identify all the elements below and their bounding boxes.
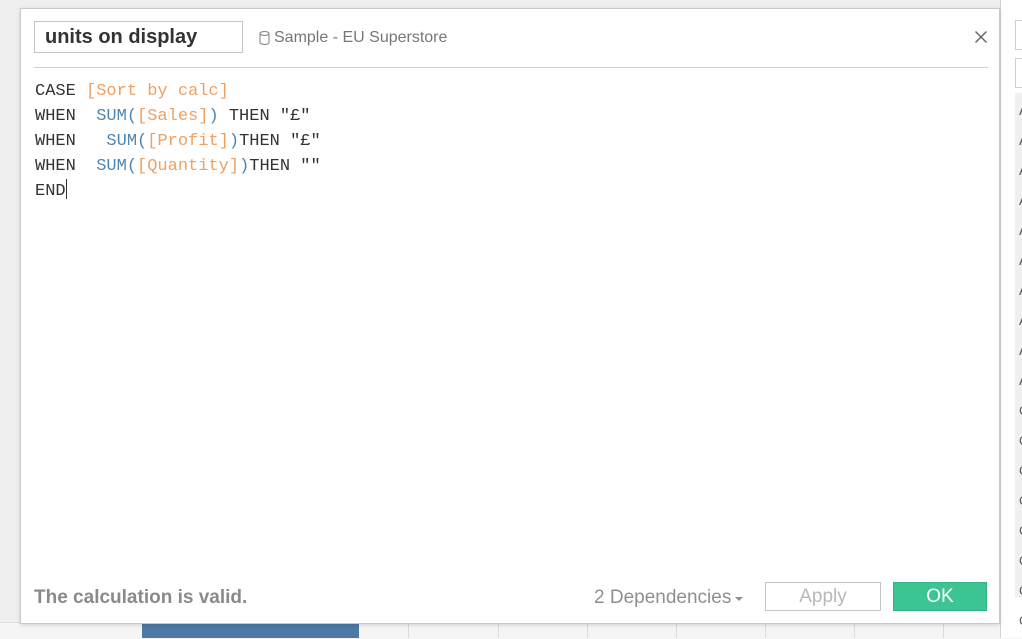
keyword: THEN xyxy=(239,132,280,151)
code-line: CASE [Sort by calc] xyxy=(35,79,985,104)
code-line: WHEN SUM([Quantity])THEN "" xyxy=(35,154,985,179)
text-cursor xyxy=(65,179,67,199)
calculation-dialog: Sample - EU Superstore CASE [Sort by cal… xyxy=(20,8,1000,624)
string-literal: "£" xyxy=(279,107,311,126)
keyword: WHEN xyxy=(35,132,76,151)
function-name: SUM xyxy=(96,107,127,126)
code-line: WHEN SUM([Profit])THEN "£" xyxy=(35,129,985,154)
field-reference: [Quantity] xyxy=(137,157,240,176)
code-line: WHEN SUM([Sales]) THEN "£" xyxy=(35,104,985,129)
keyword: WHEN xyxy=(35,157,76,176)
view-grid-line xyxy=(408,624,409,638)
paren: ( xyxy=(126,157,138,176)
dependencies-label: 2 Dependencies xyxy=(594,587,732,608)
apply-button[interactable]: Apply xyxy=(765,582,881,611)
datasource-label: Sample - EU Superstore xyxy=(274,29,448,46)
view-bar-mark xyxy=(142,624,359,638)
function-name: SUM xyxy=(96,157,127,176)
view-grid-line xyxy=(587,624,588,638)
dependencies-dropdown[interactable]: 2 Dependencies xyxy=(594,587,744,609)
function-name: SUM xyxy=(106,132,138,151)
database-icon xyxy=(259,31,270,45)
keyword: WHEN xyxy=(35,107,76,126)
validation-status: The calculation is valid. xyxy=(34,587,248,608)
paren: ) xyxy=(228,132,240,151)
close-icon xyxy=(974,30,988,44)
field-reference: [Sales] xyxy=(137,107,209,126)
view-grid-line xyxy=(498,624,499,638)
view-grid-line xyxy=(943,624,944,638)
view-grid-line xyxy=(765,624,766,638)
string-literal: "" xyxy=(300,157,321,176)
paren: ( xyxy=(137,132,148,151)
data-pane: AAAAAAAAAACCCCCCCC xyxy=(1000,0,1022,638)
code-line: END xyxy=(35,179,985,204)
keyword: CASE xyxy=(35,82,76,101)
string-literal: "£" xyxy=(290,132,321,151)
data-pane-field-box[interactable] xyxy=(1015,58,1022,88)
ok-button[interactable]: OK xyxy=(893,582,987,611)
keyword: THEN xyxy=(249,157,291,176)
header-divider xyxy=(34,67,988,68)
formula-editor[interactable]: CASE [Sort by calc] WHEN SUM([Sales]) TH… xyxy=(35,79,985,559)
datasource-indicator: Sample - EU Superstore xyxy=(259,28,447,48)
calculation-name-input[interactable] xyxy=(34,21,243,53)
paren: ) xyxy=(239,157,250,176)
close-button[interactable] xyxy=(969,25,993,49)
paren: ) xyxy=(208,107,219,126)
view-grid-line xyxy=(854,624,855,638)
keyword: THEN xyxy=(228,107,270,126)
field-reference: [Sort by calc] xyxy=(86,82,229,101)
paren: ( xyxy=(126,107,138,126)
data-pane-search-box[interactable] xyxy=(1015,20,1022,50)
keyword: END xyxy=(35,182,66,201)
caret-down-icon xyxy=(735,597,744,601)
field-reference: [Profit] xyxy=(147,132,229,151)
view-grid-line xyxy=(676,624,677,638)
